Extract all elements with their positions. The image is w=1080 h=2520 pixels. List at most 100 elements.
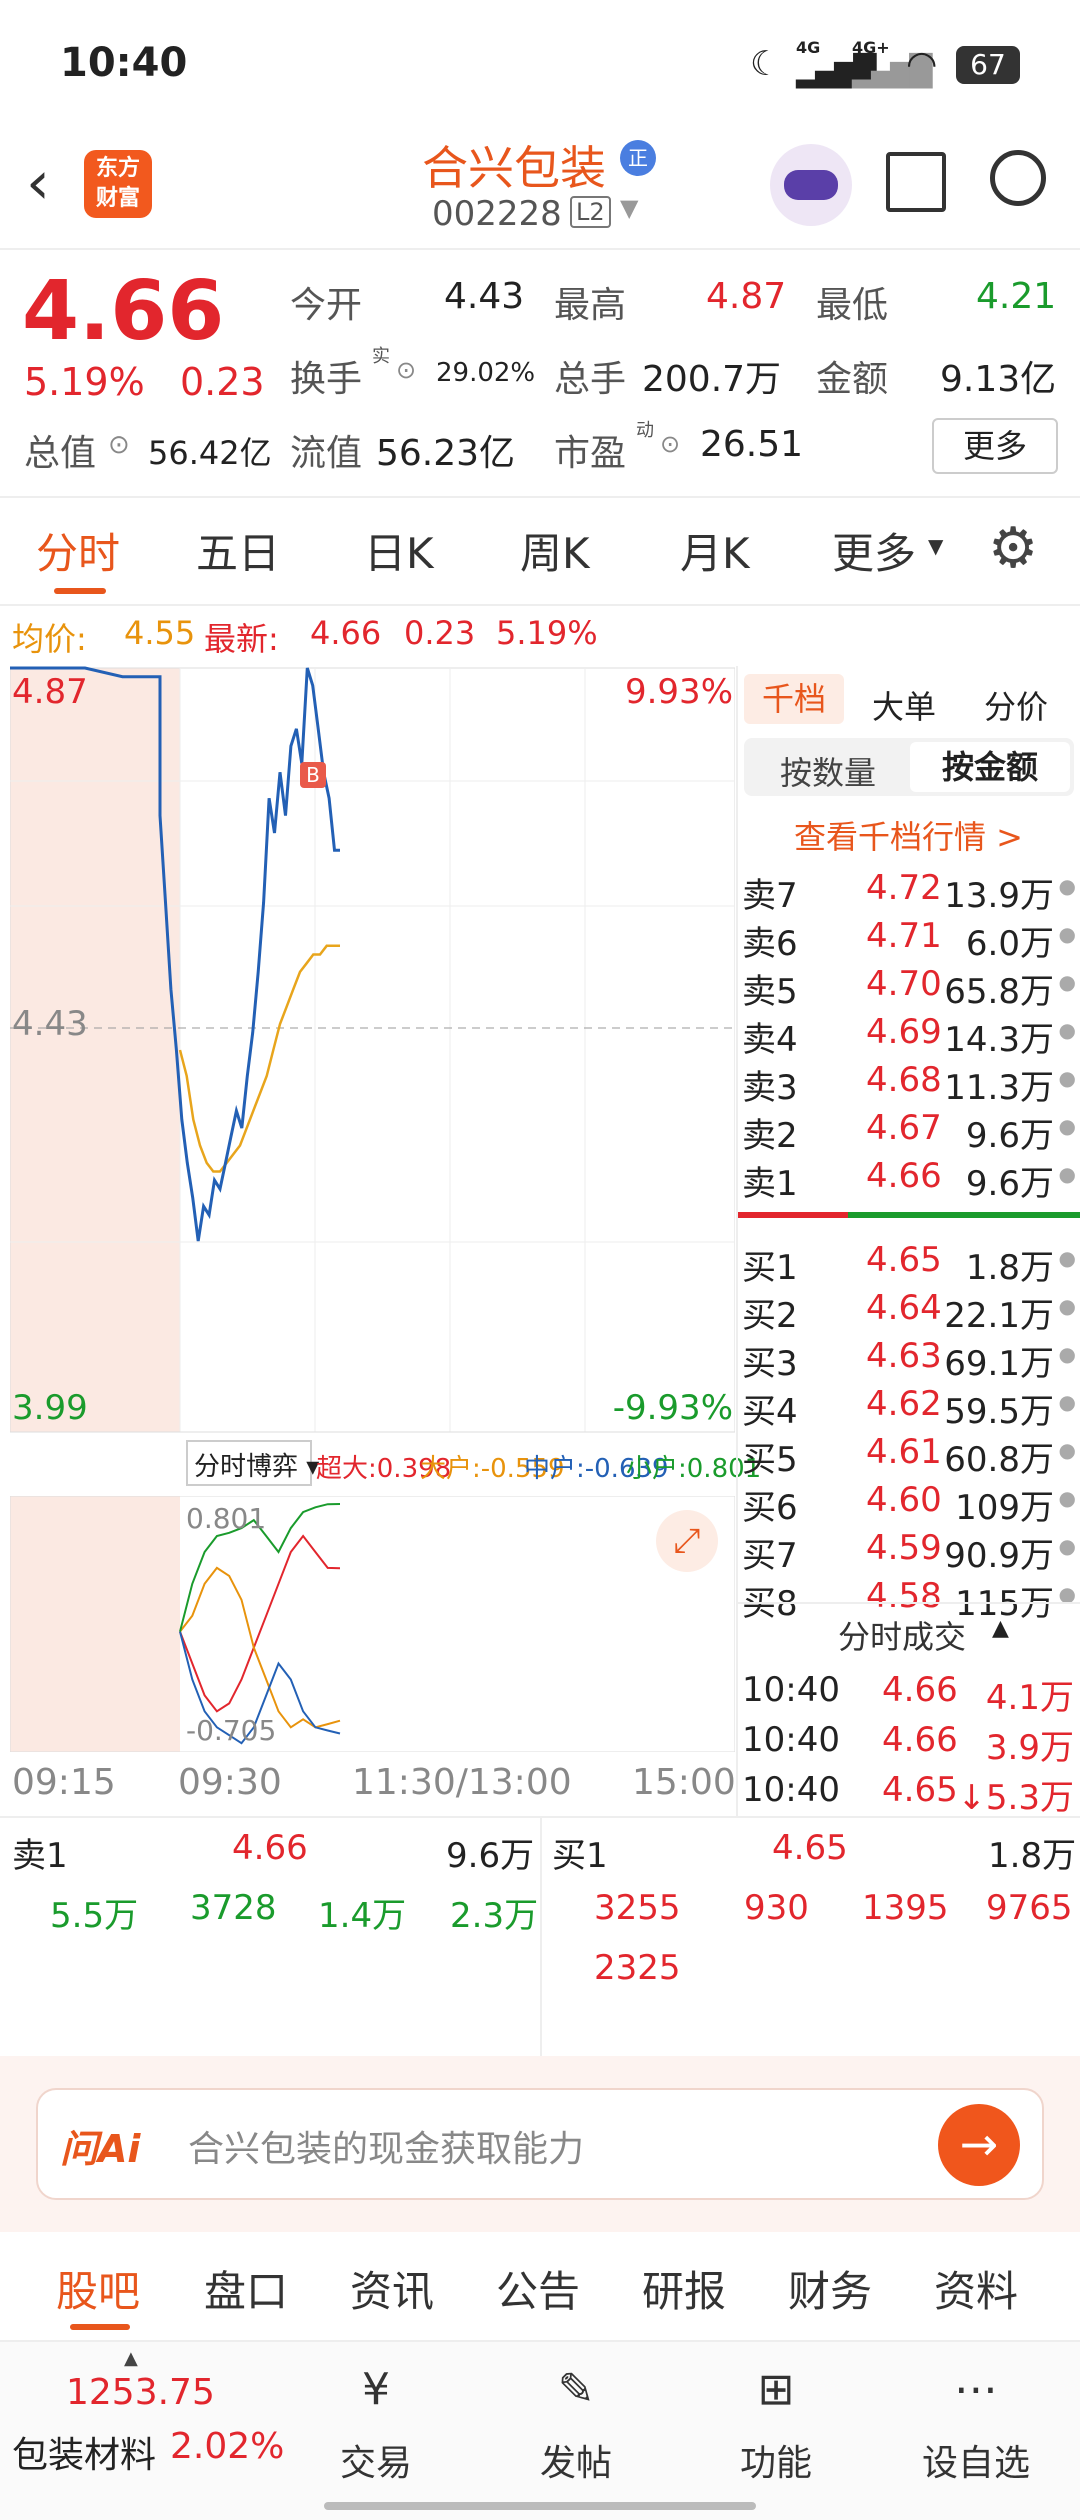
tab-research[interactable]: 研报 [642,2258,726,2319]
grid-icon: ⊞ [757,2364,795,2415]
high-value: 4.87 [706,276,787,317]
stock-name[interactable]: 合兴包装 [422,132,606,198]
dot-icon: ● [1058,1534,1076,1558]
sector-pct[interactable]: 2.02% [170,2426,284,2467]
tab-daily[interactable]: 日K [364,520,434,581]
bid-level: 买8 [742,1584,798,1624]
tab-announcements[interactable]: 公告 [496,2258,580,2319]
back-icon[interactable]: ‹ [26,148,50,218]
dot-icon: ● [1058,1486,1076,1510]
l2-buy-order: 3255 [594,1888,681,1928]
tab-financials[interactable]: 财务 [788,2258,872,2319]
robot-assistant-icon[interactable] [770,144,852,226]
ask-row[interactable]: 卖3 4.68 11.3万 ● [738,1056,1080,1108]
pe-sup: 动 [636,420,654,441]
trade-price: 4.65 [882,1770,958,1810]
bid-price: 4.58 [866,1576,942,1616]
tab-5day[interactable]: 五日 [196,520,280,581]
ask-row[interactable]: 卖6 4.71 6.0万 ● [738,912,1080,964]
latest-value: 4.66 [310,614,382,652]
app-logo[interactable]: 东方 财富 [84,150,152,218]
caret-up-icon[interactable]: ▲ [124,2348,138,2369]
info-icon[interactable]: ⊙ [108,430,130,460]
buy-signal-marker[interactable]: B [300,762,326,788]
ask-price: 4.70 [866,964,942,1004]
sector-index-value[interactable]: 1253.75 [66,2372,215,2413]
bid-row[interactable]: 买1 4.65 1.8万 ● [738,1236,1080,1288]
ask-row[interactable]: 卖1 4.66 9.6万 ● [738,1152,1080,1204]
pe-value: 26.51 [700,424,804,465]
by-quantity-button[interactable]: 按数量 [780,748,876,794]
tab-big-orders[interactable]: 大单 [872,682,936,728]
yen-icon: ¥ [362,2364,390,2415]
expand-icon[interactable]: ⤢ [656,1510,718,1572]
gear-icon[interactable]: ⚙ [988,516,1038,581]
bid-row[interactable]: 买5 4.61 60.8万 ● [738,1428,1080,1480]
tab-price-dist[interactable]: 分价 [984,682,1048,728]
ask-bid-divider-red [738,1212,848,1218]
bid-row[interactable]: 买3 4.63 69.1万 ● [738,1332,1080,1384]
more-button[interactable]: 更多 [932,418,1058,474]
post-button[interactable]: ✎ 发帖 [496,2364,656,2486]
caret-down-icon[interactable]: ▼ [928,534,943,558]
view-level1000-link[interactable]: 查看千档行情 > [794,812,1023,858]
l2-sell-order: 2.3万 [450,1896,539,1936]
l2-sell-order: 1.4万 [318,1896,407,1936]
dot-icon: ● [1058,1438,1076,1462]
info-icon[interactable]: ⊙ [396,356,416,384]
pct-bottom-label: -9.93% [612,1388,733,1428]
intraday-chart[interactable]: 4.87 4.43 3.99 9.93% -9.93% B [9,666,736,1751]
moon-icon: ☾ [750,44,781,84]
ask-row[interactable]: 卖7 4.72 13.9万 ● [738,864,1080,916]
tab-weekly[interactable]: 周K [520,520,590,581]
wifi-icon: ◠ [906,44,938,85]
search-icon[interactable] [990,150,1046,206]
high-label: 最高 [554,285,627,326]
sector-name[interactable]: 包装材料 [12,2426,156,2478]
indicator-chart[interactable]: 0.801 -0.705 ⤢ [9,1495,736,1753]
bid-row[interactable]: 买2 4.64 22.1万 ● [738,1284,1080,1336]
tab-news[interactable]: 资讯 [350,2258,434,2319]
add-watchlist-button[interactable]: ⋯ 设自选 [896,2364,1056,2486]
trades-title[interactable]: 分时成交 [838,1612,966,1658]
bid-level: 买5 [742,1440,798,1480]
trade-button[interactable]: ¥ 交易 [296,2364,456,2486]
bid-price: 4.61 [866,1432,942,1472]
bid-row[interactable]: 买6 4.60 109万 ● [738,1476,1080,1528]
info-icon[interactable]: ⊙ [660,430,680,458]
by-amount-button[interactable]: 按金额 [910,742,1070,792]
level2-badge[interactable]: L2 [570,196,611,228]
ask-row[interactable]: 卖5 4.70 65.8万 ● [738,960,1080,1012]
dot-icon: ● [1058,1390,1076,1414]
bid-row[interactable]: 买4 4.62 59.5万 ● [738,1380,1080,1432]
tab-monthly[interactable]: 月K [680,520,750,581]
share-icon[interactable] [886,152,946,212]
chevron-down-icon[interactable]: ▼ [620,194,638,222]
caret-up-icon[interactable]: ▲ [992,1616,1009,1641]
quote-panel: 4.66 5.19% 0.23 总值 ⊙ 56.42亿 今开 4.43 最高 4… [0,250,1080,498]
bottom-toolbar: ▲ 1253.75 包装材料 2.02% ¥ 交易 ✎ 发帖 ⊞ 功能 ⋯ 设自选 [0,2342,1080,2520]
tab-level1000[interactable]: 千档 [744,674,844,724]
dot-icon: ● [1058,874,1076,898]
ai-send-icon[interactable]: → [938,2104,1020,2186]
ask-bid-divider-green [848,1212,1080,1218]
bid-row[interactable]: 买7 4.59 90.9万 ● [738,1524,1080,1576]
ask-volume: 9.6万 [965,1116,1054,1156]
tab-profile[interactable]: 资料 [934,2258,1018,2319]
bid-level: 买7 [742,1536,798,1576]
stock-code: 002228 [432,194,562,234]
tab-forum[interactable]: 股吧 [56,2258,140,2319]
functions-button[interactable]: ⊞ 功能 [696,2364,856,2486]
ask-level: 卖2 [742,1116,798,1156]
tab-intraday[interactable]: 分时 [36,520,120,581]
tab-indicator [54,588,106,594]
latest-pct: 5.19% [496,614,598,652]
ask-row[interactable]: 卖4 4.69 14.3万 ● [738,1008,1080,1060]
last-price: 4.66 [22,264,225,359]
tab-market[interactable]: 盘口 [204,2258,288,2319]
tab-more[interactable]: 更多 [832,520,916,581]
ai-input[interactable]: 问Ai 合兴包装的现金获取能力 → [36,2088,1044,2200]
indicator-select[interactable]: 分时博弈 ▾ [186,1440,319,1486]
ask-row[interactable]: 卖2 4.67 9.6万 ● [738,1104,1080,1156]
dot-icon: ● [1058,1246,1076,1270]
